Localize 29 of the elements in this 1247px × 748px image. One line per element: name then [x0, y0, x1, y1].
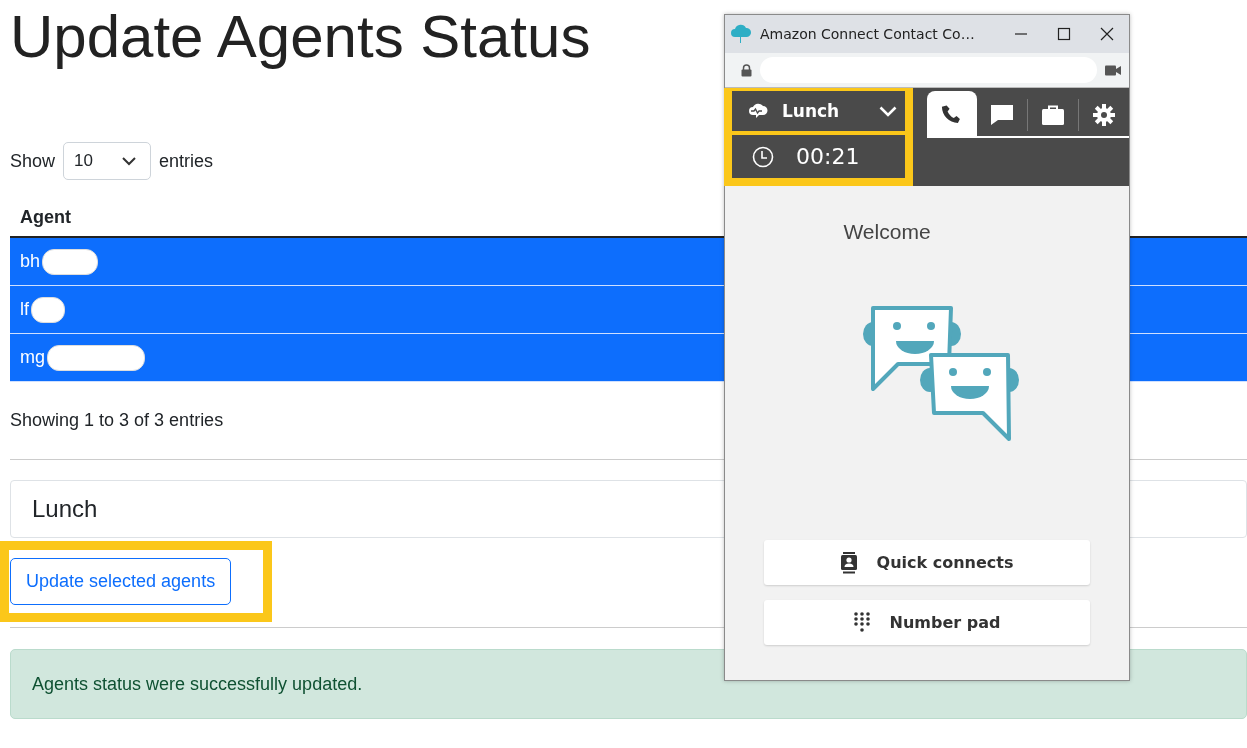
cloud-status-icon [748, 103, 768, 119]
quick-connects-button[interactable]: Quick connects [764, 540, 1090, 585]
window-title: Amazon Connect Contact Co… [760, 26, 976, 42]
close-icon[interactable] [1100, 27, 1114, 41]
page-title: Update Agents Status [10, 2, 591, 72]
briefcase-icon [1042, 104, 1064, 125]
keypad-icon [853, 611, 870, 634]
status-timer: 00:21 [796, 144, 860, 169]
chevron-icon [122, 156, 137, 166]
settings-icon [1093, 103, 1115, 126]
redaction-mark [31, 296, 65, 323]
maximize-icon[interactable] [1057, 27, 1071, 41]
update-button[interactable]: Update selected agents [10, 558, 232, 605]
camera-icon[interactable] [1105, 64, 1121, 76]
chat-icon [990, 103, 1014, 126]
show-label: Show [10, 150, 56, 172]
redaction-mark [42, 248, 99, 275]
chevron-icon [879, 105, 897, 117]
contact-card-icon [840, 551, 857, 574]
entries-select[interactable]: 10 [63, 142, 152, 180]
lock-icon [741, 63, 752, 77]
status-dropdown[interactable]: Lunch [732, 91, 905, 131]
phone-tab[interactable] [927, 91, 977, 138]
clock-icon [752, 145, 774, 168]
column-header[interactable]: Agent [20, 206, 71, 228]
cloud-logo-icon [730, 24, 752, 44]
entries-label: entries [159, 150, 214, 172]
table-info: Showing 1 to 3 of 3 entries [10, 410, 224, 431]
number-pad-button[interactable]: Number pad [764, 600, 1090, 645]
